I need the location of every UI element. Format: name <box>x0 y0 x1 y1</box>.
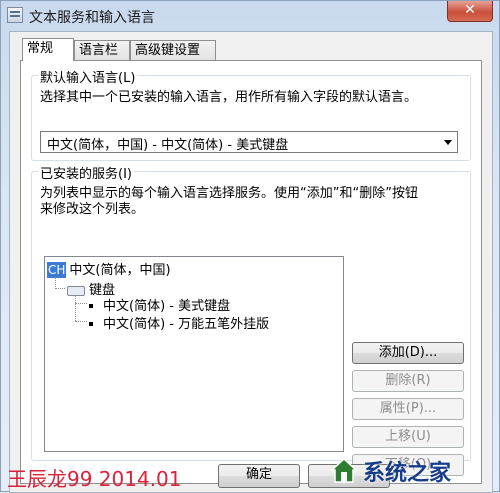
title-bar[interactable]: 文本服务和输入语言 ✕ <box>1 1 499 31</box>
move-up-button[interactable]: 上移(U) <box>352 426 464 448</box>
dialog-window: 文本服务和输入语言 ✕ 常规 语言栏 高级键设置 默认输入语言(L) 选择其中一… <box>0 0 500 493</box>
tree-connector <box>75 321 87 322</box>
installed-services-description-line2: 来修改这个列表。 <box>40 202 145 217</box>
installed-services-group: 已安装的服务(I) 为列表中显示的每个输入语言选择服务。使用“添加”和“删除”按… <box>31 163 471 476</box>
brand-text: 系统之家 <box>363 461 452 486</box>
tab-page-general: 默认输入语言(L) 选择其中一个已安装的输入语言，用作所有输入字段的默认语言。 … <box>20 60 482 484</box>
default-language-value: 中文(简体，中国) - 中文(简体) - 美式键盘 <box>47 138 289 153</box>
tree-node-language[interactable]: CH 中文(简体，中国) <box>47 259 171 278</box>
window-title: 文本服务和输入语言 <box>29 10 155 26</box>
app-icon <box>7 7 23 23</box>
ok-button[interactable]: 确定 <box>218 464 300 488</box>
tree-node-language-label: 中文(简体，中国) <box>69 263 171 278</box>
tree-connector <box>75 303 87 304</box>
house-icon <box>330 457 358 483</box>
tab-general[interactable]: 常规 <box>22 38 74 61</box>
tree-connector <box>75 295 76 321</box>
default-language-select[interactable]: 中文(简体，中国) - 中文(简体) - 美式键盘 <box>40 131 458 153</box>
tab-advanced-key-settings[interactable]: 高级键设置 <box>130 40 216 60</box>
watermark-signature: 王辰龙99 2014.01 <box>7 467 182 491</box>
remove-button[interactable]: 删除(R) <box>352 370 464 392</box>
dialog-client: 常规 语言栏 高级键设置 默认输入语言(L) 选择其中一个已安装的输入语言，用作… <box>9 31 493 493</box>
brand-logo: 系统之家 <box>329 449 495 489</box>
language-badge: CH <box>47 262 67 278</box>
properties-button[interactable]: 属性(P)... <box>352 398 464 420</box>
add-button[interactable]: 添加(D)... <box>352 342 464 364</box>
installed-services-label: 已安装的服务(I) <box>38 163 134 182</box>
bullet-icon <box>89 321 93 326</box>
tree-item-label: 中文(简体) - 万能五笔外挂版 <box>103 317 270 332</box>
keyboard-icon <box>67 285 85 296</box>
chevron-down-icon <box>444 140 452 145</box>
bullet-icon <box>89 303 93 308</box>
tree-item-label: 中文(简体) - 美式键盘 <box>103 299 231 314</box>
close-button[interactable]: ✕ <box>447 1 493 22</box>
services-tree[interactable]: CH 中文(简体，中国) 键盘 中文(简体) - 美式键盘 中文(简体) - 万能… <box>44 256 344 452</box>
default-language-label: 默认输入语言(L) <box>38 67 138 86</box>
tab-language-bar[interactable]: 语言栏 <box>74 40 130 60</box>
default-language-group: 默认输入语言(L) 选择其中一个已安装的输入语言，用作所有输入字段的默认语言。 … <box>31 67 471 161</box>
default-language-description: 选择其中一个已安装的输入语言，用作所有输入字段的默认语言。 <box>40 90 418 105</box>
tree-connector <box>55 288 65 289</box>
tree-item-service[interactable]: 中文(简体) - 美式键盘 <box>89 295 230 314</box>
close-icon: ✕ <box>464 2 476 18</box>
tree-item-service[interactable]: 中文(简体) - 万能五笔外挂版 <box>89 313 269 332</box>
